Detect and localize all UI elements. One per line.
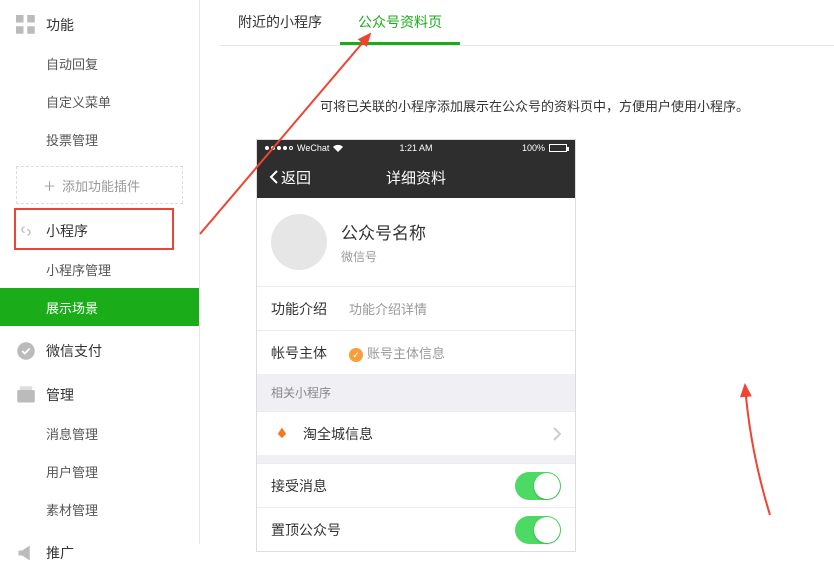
cell-accept-msg: 接受消息 [257,463,575,507]
phone-preview: WeChat 1:21 AM 100% 返回 详细资料 公众号名称 微信号 [256,139,576,552]
tab-account-profile[interactable]: 公众号资料页 [340,12,460,45]
sidebar-item-msgmanage[interactable]: 消息管理 [0,414,199,452]
profile-header: 公众号名称 微信号 [257,198,575,286]
sidebar-item-showscene[interactable]: 展示场景 [0,288,199,326]
signal-icon [265,146,293,150]
verified-icon: ✓ [349,348,363,362]
wifi-icon [333,144,343,152]
cell-intro[interactable]: 功能介绍 功能介绍详情 [257,286,575,330]
sidebar-item-mpmanage[interactable]: 小程序管理 [0,250,199,288]
sidebar-item-addplugin[interactable]: ＋ 添加功能插件 [16,166,183,204]
tabs: 附近的小程序 公众号资料页 [220,0,834,46]
battery-icon: 100% [522,143,567,153]
toggle-pin[interactable] [515,516,561,544]
back-button[interactable]: 返回 [269,167,311,188]
statusbar-time: 1:21 AM [399,143,432,153]
app-icon [271,423,293,445]
wechatpay-icon [16,341,36,361]
page-description: 可将已关联的小程序添加展示在公众号的资料页中，方便用户使用小程序。 [320,96,834,115]
sidebar-group-functions[interactable]: 功能 [0,6,199,44]
grid-icon [16,15,36,35]
sidebar-item-label: 微信支付 [46,341,102,361]
profile-name: 公众号名称 [341,219,426,244]
sidebar-group-promote[interactable]: 推广 [0,534,199,572]
sidebar-group-manage[interactable]: 管理 [0,376,199,414]
cell-pin: 置顶公众号 [257,507,575,551]
phone-statusbar: WeChat 1:21 AM 100% [257,140,575,156]
tab-nearby-miniprogram[interactable]: 附近的小程序 [220,12,340,45]
avatar [271,214,327,270]
chevron-right-icon [553,427,561,441]
sidebar-group-label: 管理 [46,385,74,405]
sidebar-item-vote[interactable]: 投票管理 [0,120,199,158]
sidebar-item-autoreply[interactable]: 自动回复 [0,44,199,82]
sidebar-group-miniprogram[interactable]: 小程序 [0,212,199,250]
cell-subject[interactable]: 帐号主体 ✓账号主体信息 [257,330,575,374]
sidebar-group-label: 推广 [46,543,74,563]
sidebar-item-usermanage[interactable]: 用户管理 [0,452,199,490]
toggle-accept-msg[interactable] [515,472,561,500]
megaphone-icon [16,543,36,563]
sidebar-item-custommenu[interactable]: 自定义菜单 [0,82,199,120]
sidebar-item-wxpay[interactable]: 微信支付 [0,332,199,370]
sidebar-group-label: 小程序 [46,221,88,241]
cell-related-app[interactable]: 淘全城信息 [257,411,575,455]
navbar-title: 详细资料 [386,167,446,188]
carrier-label: WeChat [297,143,329,153]
layers-icon [16,385,36,405]
chevron-left-icon [269,169,279,185]
plus-icon: ＋ [43,176,56,195]
main-content: 附近的小程序 公众号资料页 可将已关联的小程序添加展示在公众号的资料页中，方便用… [200,0,834,544]
sidebar-group-label: 功能 [46,15,74,35]
profile-wechat-id: 微信号 [341,248,426,265]
sidebar-item-materialmanage[interactable]: 素材管理 [0,490,199,528]
miniprogram-icon [16,221,36,241]
phone-navbar: 返回 详细资料 [257,156,575,198]
sidebar: 功能 自动回复 自定义菜单 投票管理 ＋ 添加功能插件 小程序 小程序管理 展示… [0,0,200,544]
section-related-mp: 相关小程序 [257,374,575,411]
